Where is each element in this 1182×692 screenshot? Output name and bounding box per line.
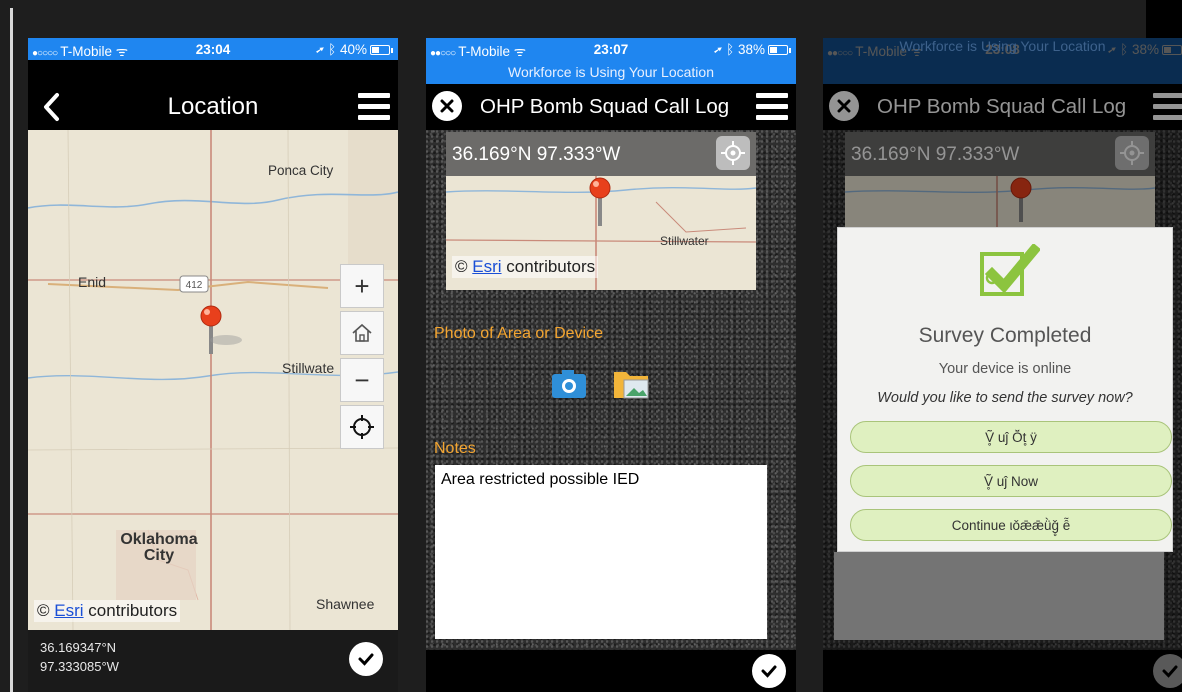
send-now-button[interactable]: Ṽ̥ uĵ Now bbox=[850, 465, 1172, 497]
menu-icon[interactable] bbox=[358, 93, 390, 121]
notes-field[interactable]: Area restricted possible IED bbox=[435, 465, 767, 639]
plus-icon: + bbox=[354, 270, 370, 301]
location-mini-map[interactable]: Stillwater 36.169°N 97.333°W © Esri cont… bbox=[446, 132, 756, 290]
phone-survey-completed: ●●○○○ T-Mobile ᯤ 23:08 ➚ ᛒ 38% Workforce … bbox=[823, 38, 1182, 692]
map-label-shawnee: Shawnee bbox=[316, 596, 375, 612]
online-status-text: Your device is online bbox=[938, 361, 1072, 377]
notes-section-label: Notes bbox=[434, 440, 476, 457]
battery-icon bbox=[370, 45, 393, 55]
battery-icon bbox=[768, 45, 791, 55]
home-button[interactable] bbox=[340, 311, 384, 355]
menu-icon[interactable] bbox=[756, 93, 788, 121]
survey-completed-dialog: Survey Completed Your device is online W… bbox=[837, 227, 1173, 552]
checkmark-icon bbox=[358, 653, 374, 666]
dialog-title: Survey Completed bbox=[918, 324, 1092, 347]
close-icon bbox=[440, 99, 454, 113]
page-title: Location bbox=[167, 93, 259, 120]
survey-check-icon bbox=[980, 244, 1040, 296]
map-label-oklahoma-city: Oklahoma City bbox=[120, 531, 198, 564]
longitude-text: 97.333085°W bbox=[40, 659, 119, 674]
folder-image-icon bbox=[614, 372, 649, 399]
home-icon bbox=[352, 323, 372, 342]
bottom-bar bbox=[426, 650, 796, 692]
gps-button[interactable] bbox=[716, 136, 750, 170]
survey-title: OHP Bomb Squad Call Log bbox=[480, 95, 730, 118]
highway-shield-label: 412 bbox=[186, 280, 203, 291]
nav-bar: Location bbox=[28, 84, 398, 130]
photo-section-label: Photo of Area or Device bbox=[434, 325, 603, 342]
coordinates-text: 36.169°N 97.333°W bbox=[452, 144, 621, 165]
bluetooth-icon: ᛒ bbox=[726, 42, 735, 57]
zoom-in-button[interactable]: + bbox=[340, 264, 384, 308]
location-arrow-icon: ➚ bbox=[714, 42, 723, 57]
esri-link[interactable]: Esri bbox=[54, 601, 83, 620]
gallery-button[interactable] bbox=[612, 366, 652, 402]
map-attribution: © Esri contributors bbox=[34, 600, 181, 622]
locate-button[interactable] bbox=[340, 405, 384, 449]
status-bar: ●○○○○ T-Mobile ᯤ 23:04 ➚ ᛒ 40% bbox=[28, 38, 398, 60]
battery-percent: 38% bbox=[737, 42, 765, 57]
location-banner[interactable]: Workforce is Using Your Location bbox=[426, 64, 796, 80]
crosshair-icon bbox=[350, 415, 374, 439]
zoom-out-button[interactable]: − bbox=[340, 358, 384, 402]
crosshair-icon bbox=[721, 141, 745, 165]
map-label-enid: Enid bbox=[78, 274, 107, 290]
battery-percent: 40% bbox=[339, 42, 367, 57]
map-label-stillwater: Stillwate bbox=[282, 360, 335, 376]
coordinates-overlay: 36.169°N 97.333°W bbox=[446, 132, 756, 176]
phone-location-screen: ●○○○○T-Mobile ᯤ 23:04 ➚ ᛒ 40% Location bbox=[28, 38, 398, 692]
map-label-stillwater: Stillwater bbox=[660, 234, 709, 248]
location-arrow-icon: ➚ bbox=[316, 42, 325, 57]
camera-button[interactable] bbox=[550, 368, 588, 400]
phone-survey-form: ●●○○○ T-Mobile ᯤ 23:07 ➚ ᛒ 38% Workforce … bbox=[426, 38, 796, 692]
send-later-button[interactable]: Ṽ̥ uĵ Ǒ̈t̥ ÿ bbox=[850, 421, 1172, 453]
divider bbox=[10, 8, 13, 692]
submit-button[interactable] bbox=[752, 654, 786, 688]
status-bar: ●●○○○ T-Mobile ᯤ 23:07 ➚ ᛒ 38% Workforce … bbox=[426, 38, 796, 84]
confirm-button[interactable] bbox=[349, 642, 383, 676]
screenshot-collage: ●○○○○T-Mobile ᯤ 23:04 ➚ ᛒ 40% Location bbox=[0, 0, 1182, 692]
checkmark-icon bbox=[761, 665, 777, 678]
send-question: Would you like to send the survey now? bbox=[877, 390, 1133, 406]
esri-link[interactable]: Esri bbox=[472, 257, 501, 276]
map-label-ponca-city: Ponca City bbox=[268, 163, 334, 178]
location-map[interactable]: 412 Ponca City Enid Stillwate Oklahoma C… bbox=[28, 130, 398, 630]
map-controls: + − bbox=[340, 264, 384, 452]
bluetooth-icon: ᛒ bbox=[328, 42, 337, 57]
camera-icon bbox=[552, 370, 586, 398]
nav-bar: OHP Bomb Squad Call Log bbox=[426, 84, 796, 130]
close-button[interactable] bbox=[432, 91, 462, 121]
continue-editing-button[interactable]: Continue ιǒǣǣǜǧ̥ ễ bbox=[850, 509, 1172, 541]
map-attribution: © Esri contributors bbox=[452, 256, 599, 278]
minus-icon: − bbox=[354, 364, 370, 395]
latitude-text: 36.169347°N bbox=[40, 640, 117, 655]
coordinates-bar: 36.169347°N 97.333085°W bbox=[28, 630, 398, 692]
